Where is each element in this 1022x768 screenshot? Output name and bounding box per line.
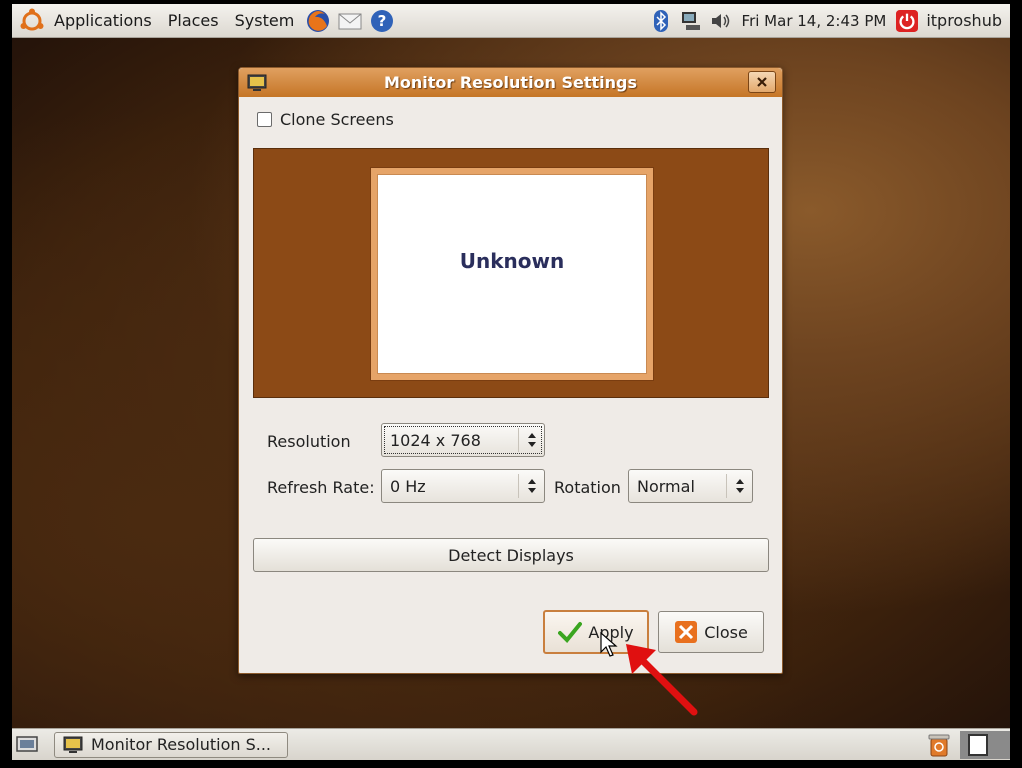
resolution-label: Resolution <box>267 432 351 451</box>
resolution-value: 1024 x 768 <box>390 430 481 450</box>
help-icon[interactable]: ? <box>368 7 396 35</box>
detect-displays-label: Detect Displays <box>448 545 574 565</box>
rotation-label: Rotation <box>554 478 621 497</box>
monitor-window-icon <box>63 736 83 753</box>
bluetooth-icon[interactable] <box>650 9 672 32</box>
clone-screens-label: Clone Screens <box>280 110 394 129</box>
rotation-value: Normal <box>637 476 695 496</box>
updown-arrows-icon <box>518 474 544 498</box>
menu-applications[interactable]: Applications <box>46 4 160 37</box>
trash-icon[interactable] <box>926 732 952 758</box>
bottom-panel: Monitor Resolution S... <box>12 728 1010 760</box>
ubuntu-logo-icon[interactable] <box>18 7 46 35</box>
monitor-name: Unknown <box>459 249 565 273</box>
updown-arrows-icon <box>518 428 544 452</box>
monitor-resolution-dialog: Monitor Resolution Settings Clone Screen… <box>238 67 783 674</box>
clone-screens-checkbox[interactable] <box>257 112 272 127</box>
resolution-combo[interactable]: 1024 x 768 <box>381 423 545 457</box>
updown-arrows-icon <box>726 474 752 498</box>
close-button[interactable]: Close <box>658 611 764 653</box>
dialog-title: Monitor Resolution Settings <box>383 73 638 92</box>
close-icon <box>674 621 698 643</box>
refresh-rate-label: Refresh Rate: <box>267 478 375 497</box>
apply-label: Apply <box>588 622 634 642</box>
power-icon[interactable] <box>896 9 919 32</box>
volume-icon[interactable] <box>710 10 732 32</box>
taskbar-label: Monitor Resolution S... <box>91 735 272 754</box>
close-label: Close <box>704 622 748 642</box>
clock[interactable]: Fri Mar 14, 2:43 PM <box>736 12 893 30</box>
checkmark-icon <box>558 621 583 643</box>
menu-places[interactable]: Places <box>160 4 227 37</box>
svg-text:?: ? <box>378 12 387 30</box>
network-icon[interactable] <box>680 10 702 32</box>
close-x-icon[interactable] <box>748 71 776 93</box>
workspace-switcher[interactable] <box>960 730 1010 759</box>
apply-button[interactable]: Apply <box>543 610 649 654</box>
user-name[interactable]: itproshub <box>922 11 1010 30</box>
refresh-rate-value: 0 Hz <box>390 476 426 496</box>
taskbar-monitor-resolution[interactable]: Monitor Resolution S... <box>54 731 288 758</box>
mail-icon[interactable] <box>336 7 364 35</box>
show-desktop-icon[interactable] <box>14 733 40 757</box>
monitor-layout-area[interactable]: Unknown <box>253 148 769 398</box>
dialog-titlebar[interactable]: Monitor Resolution Settings <box>239 68 782 97</box>
workspace-1[interactable] <box>968 733 988 756</box>
detect-displays-button[interactable]: Detect Displays <box>253 538 769 572</box>
firefox-icon[interactable] <box>304 7 332 35</box>
clone-screens-row[interactable]: Clone Screens <box>257 110 394 129</box>
monitor-preview[interactable]: Unknown <box>370 167 654 381</box>
rotation-combo[interactable]: Normal <box>628 469 753 503</box>
top-panel: Applications Places System ? Fri Mar 14,… <box>12 4 1010 38</box>
refresh-rate-combo[interactable]: 0 Hz <box>381 469 545 503</box>
menu-system[interactable]: System <box>227 4 303 37</box>
